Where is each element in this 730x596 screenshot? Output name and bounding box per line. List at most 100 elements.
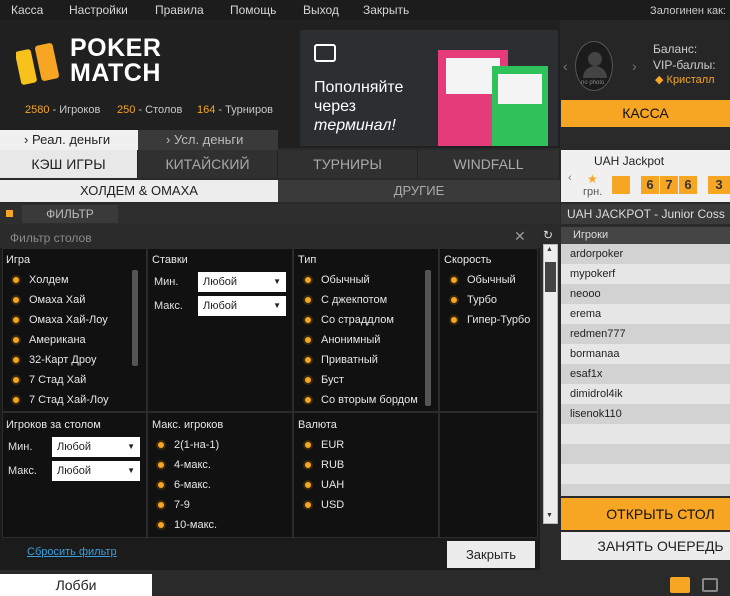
jackpot-digit: 3 xyxy=(708,176,730,194)
radio-7-stud-hi[interactable] xyxy=(11,375,21,385)
tab-windfall[interactable]: WINDFALL xyxy=(418,150,560,178)
scroll-up-icon[interactable]: ▲ xyxy=(546,246,553,253)
type-filter-cell xyxy=(293,248,439,412)
game-list-scrollbar[interactable] xyxy=(132,270,138,366)
currency-option-label: EUR xyxy=(321,439,345,451)
stat-tournaments-label: - Турниров xyxy=(215,104,274,116)
radio-anonymous[interactable] xyxy=(303,335,313,345)
player-row[interactable]: neooo xyxy=(561,284,730,304)
stat-players-num: 2580 xyxy=(25,104,50,116)
jackpot-currency: грн. xyxy=(583,186,603,198)
stat-tables-num: 250 xyxy=(117,104,136,116)
radio-eur[interactable] xyxy=(303,440,313,450)
player-row[interactable]: ardorpoker xyxy=(561,244,730,264)
radio-holdem[interactable] xyxy=(11,275,21,285)
player-row[interactable]: esaf1x xyxy=(561,364,730,384)
player-row[interactable]: erema xyxy=(561,304,730,324)
radio-private[interactable] xyxy=(303,355,313,365)
logo-line-2: MATCH xyxy=(70,59,161,87)
vip-points-label: VIP-баллы: xyxy=(653,58,716,72)
menu-close[interactable]: Закрыть xyxy=(363,3,409,17)
scroll-down-icon[interactable]: ▼ xyxy=(546,512,553,519)
stakes-max-value: Любой xyxy=(203,300,238,312)
game-option-label: Холдем xyxy=(29,274,69,286)
radio-regular[interactable] xyxy=(303,275,313,285)
tab-cash-games[interactable]: КЭШ ИГРЫ xyxy=(0,150,138,178)
radio-omaha-hilo[interactable] xyxy=(11,315,21,325)
radio-6-max[interactable] xyxy=(156,480,166,490)
reset-filter-link[interactable]: Сбросить фильтр xyxy=(27,546,117,558)
menu-logout[interactable]: Выход xyxy=(303,3,339,17)
radio-omaha-hi[interactable] xyxy=(11,295,21,305)
radio-7-stud-hilo[interactable] xyxy=(11,395,21,405)
cashier-button[interactable]: КАССА xyxy=(561,100,730,127)
currency-option-label: USD xyxy=(321,499,345,511)
tab-other[interactable]: ДРУГИЕ xyxy=(278,180,560,202)
tab-tournaments[interactable]: ТУРНИРЫ xyxy=(278,150,418,178)
players-at-table-title: Игроков за столом xyxy=(6,419,101,431)
close-icon[interactable]: ✕ xyxy=(514,228,526,245)
chevron-right-icon: › xyxy=(166,132,171,147)
tab-holdem-omaha[interactable]: ХОЛДЕМ & ОМАХА xyxy=(0,180,278,202)
chevron-right-icon[interactable]: › xyxy=(632,58,637,74)
players-min-label: Мин. xyxy=(8,441,33,453)
radio-7-9[interactable] xyxy=(156,500,166,510)
players-min-select[interactable]: Любой ▼ xyxy=(52,437,140,457)
radio-americana[interactable] xyxy=(11,335,21,345)
radio-heads-up[interactable] xyxy=(156,440,166,450)
radio-hyper-turbo[interactable] xyxy=(449,315,459,325)
menu-help[interactable]: Помощь xyxy=(230,3,276,17)
stakes-min-select[interactable]: Любой ▼ xyxy=(198,272,286,292)
cashier-icon[interactable] xyxy=(702,578,718,592)
radio-usd[interactable] xyxy=(303,500,313,510)
radio-turbo[interactable] xyxy=(449,295,459,305)
players-max-select[interactable]: Любой ▼ xyxy=(52,461,140,481)
open-table-button[interactable]: ОТКРЫТЬ СТОЛ xyxy=(561,498,730,530)
tab-play-money[interactable]: › Усл. деньги xyxy=(138,130,278,150)
tab-chinese[interactable]: КИТАЙСКИЙ xyxy=(138,150,278,178)
radio-32-card-draw[interactable] xyxy=(11,355,21,365)
close-filter-button[interactable]: Закрыть xyxy=(447,541,535,568)
promo-banner[interactable]: Пополняйте через терминал! xyxy=(300,30,558,146)
banner-text: Пополняйте через терминал! xyxy=(314,78,403,135)
max-players-title: Макс. игроков xyxy=(152,419,224,431)
stat-players: 2580 - Игроков xyxy=(25,104,100,116)
speed-option-label: Обычный xyxy=(467,274,516,286)
max-players-option-label: 10-макс. xyxy=(174,519,218,531)
menu-settings[interactable]: Настройки xyxy=(69,3,128,17)
player-row[interactable]: mypokerf xyxy=(561,264,730,284)
player-row[interactable]: bormanaa xyxy=(561,344,730,364)
players-list: ardorpoker mypokerf neooo erema redmen77… xyxy=(561,244,730,496)
radio-uah[interactable] xyxy=(303,480,313,490)
tab-real-money[interactable]: › Реал. деньги xyxy=(0,130,138,150)
refresh-icon[interactable]: ↻ xyxy=(543,228,553,242)
radio-jackpot[interactable] xyxy=(303,295,313,305)
stakes-max-select[interactable]: Любой ▼ xyxy=(198,296,286,316)
filter-toggle-button[interactable]: ФИЛЬТР xyxy=(22,205,118,223)
chevron-left-icon[interactable]: ‹ xyxy=(563,58,568,74)
join-queue-button[interactable]: ЗАНЯТЬ ОЧЕРЕДЬ xyxy=(561,532,730,560)
type-list-scrollbar[interactable] xyxy=(425,270,431,406)
scrollbar-thumb[interactable] xyxy=(545,262,556,292)
balance-label: Баланс: xyxy=(653,42,698,56)
empty-row xyxy=(561,464,730,484)
radio-speed-regular[interactable] xyxy=(449,275,459,285)
radio-second-board[interactable] xyxy=(303,395,313,405)
radio-10-max[interactable] xyxy=(156,520,166,530)
tab-lobby[interactable]: Лобби xyxy=(0,574,152,596)
star-icon: ★ xyxy=(587,172,598,186)
tab-play-money-label: Усл. деньги xyxy=(173,132,244,147)
player-row[interactable]: dimidrol4ik xyxy=(561,384,730,404)
notification-icon[interactable] xyxy=(670,577,690,593)
radio-straddle[interactable] xyxy=(303,315,313,325)
chevron-left-icon[interactable]: ‹ xyxy=(568,172,572,184)
menu-cashier[interactable]: Касса xyxy=(11,3,43,17)
radio-rub[interactable] xyxy=(303,460,313,470)
radio-boost[interactable] xyxy=(303,375,313,385)
empty-row xyxy=(561,424,730,444)
menu-rules[interactable]: Правила xyxy=(155,3,204,17)
radio-4-max[interactable] xyxy=(156,460,166,470)
player-row[interactable]: redmen777 xyxy=(561,324,730,344)
player-row[interactable]: lisenok110 xyxy=(561,404,730,424)
speed-filter-title: Скорость xyxy=(444,254,492,266)
